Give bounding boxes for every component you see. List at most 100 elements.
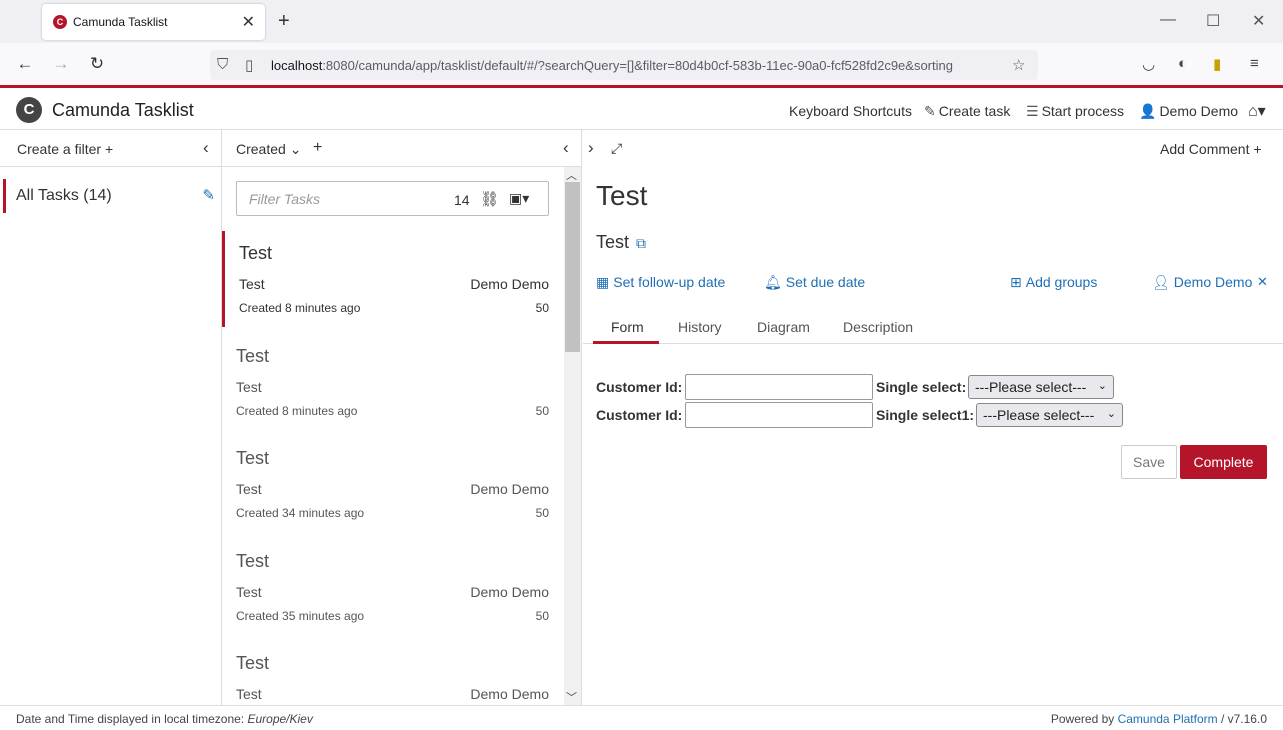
bookmark-star-icon[interactable]: ☆ bbox=[1012, 56, 1025, 74]
task-name: Test bbox=[236, 346, 270, 366]
camunda-platform-link[interactable]: Camunda Platform bbox=[1118, 712, 1218, 726]
link-icon[interactable]: ⛓ bbox=[480, 190, 499, 208]
create-task-link[interactable]: ✎ Create task bbox=[924, 103, 1010, 120]
pencil-icon[interactable]: ✎ bbox=[202, 186, 215, 204]
scroll-up-icon[interactable]: ︿ bbox=[566, 167, 577, 183]
chevron-down-icon: ⌄ bbox=[1097, 380, 1107, 392]
task-list-panel: Created ⌄ + ‹ Filter Tasks 14 ⛓ ▣▾ Test … bbox=[222, 130, 582, 705]
sort-dropdown[interactable]: Created ⌄ bbox=[236, 141, 301, 158]
task-name: Test bbox=[236, 653, 270, 673]
menu-icon[interactable]: ≡ bbox=[1250, 55, 1259, 72]
pocket-icon[interactable]: ◡ bbox=[1142, 55, 1155, 73]
reload-icon[interactable]: ↻ bbox=[87, 54, 107, 74]
assignee-link[interactable]: 👤︎ Demo Demo bbox=[1152, 274, 1252, 291]
tab-history[interactable]: History bbox=[678, 319, 722, 335]
filters-panel: Create a filter + ‹ All Tasks (14) ✎ bbox=[0, 130, 222, 705]
add-sort-icon[interactable]: + bbox=[313, 139, 322, 157]
expand-list-icon[interactable]: › bbox=[588, 138, 594, 158]
task-card[interactable]: Test Test Created 8 minutes ago 50 bbox=[225, 334, 564, 430]
search-placeholder: Filter Tasks bbox=[249, 191, 321, 207]
detail-header: › ⤢ Add Comment + bbox=[583, 130, 1283, 167]
url-text: localhost:8080/camunda/app/tasklist/defa… bbox=[271, 58, 953, 73]
bell-icon: 🔔︎ bbox=[764, 274, 782, 290]
keyboard-shortcuts-link[interactable]: Keyboard Shortcuts bbox=[789, 103, 912, 119]
customer-id-label: Customer Id: bbox=[596, 407, 683, 423]
plus-icon: + bbox=[1253, 141, 1262, 157]
browser-tab-title: Camunda Tasklist bbox=[73, 15, 168, 29]
task-assignee: Demo Demo bbox=[470, 686, 549, 702]
task-name: Test bbox=[239, 243, 273, 263]
app-title: Camunda Tasklist bbox=[52, 100, 194, 120]
process-link[interactable]: Test ⧉ bbox=[596, 232, 646, 253]
set-due-date-link[interactable]: 🔔︎ Set due date bbox=[764, 274, 865, 291]
add-comment-button[interactable]: Add Comment + bbox=[1160, 141, 1262, 157]
forward-icon[interactable]: → bbox=[51, 54, 71, 74]
filter-item-all-tasks[interactable]: All Tasks (14) ✎ bbox=[3, 179, 219, 213]
tab-description[interactable]: Description bbox=[843, 319, 913, 335]
single-select1-dropdown[interactable]: ---Please select--- ⌄ bbox=[976, 403, 1123, 427]
minimize-icon[interactable]: — bbox=[1160, 11, 1176, 29]
external-link-icon: ⧉ bbox=[636, 235, 647, 251]
task-card[interactable]: Test Test Demo Demo bbox=[225, 641, 564, 705]
browser-tab[interactable]: C Camunda Tasklist ✕ bbox=[42, 4, 265, 40]
back-icon[interactable]: ← bbox=[15, 54, 35, 74]
set-follow-up-date-link[interactable]: ▦ Set follow-up date bbox=[596, 274, 725, 291]
save-search-icon[interactable]: ▣▾ bbox=[509, 190, 529, 207]
task-card[interactable]: Test Test Demo Demo Created 35 minutes a… bbox=[225, 539, 564, 635]
extension-2-icon[interactable]: ▮ bbox=[1213, 55, 1221, 73]
add-groups-link[interactable]: ⊞ Add groups bbox=[1010, 274, 1097, 291]
tab-diagram[interactable]: Diagram bbox=[757, 319, 810, 335]
task-name: Test bbox=[236, 551, 270, 571]
task-process: Test bbox=[239, 276, 265, 292]
collapse-list-icon[interactable]: ‹ bbox=[563, 138, 569, 158]
new-tab-icon[interactable]: + bbox=[278, 10, 290, 33]
home-menu-icon[interactable]: ⌂▾ bbox=[1248, 101, 1266, 121]
task-card[interactable]: Test Test Demo Demo Created 34 minutes a… bbox=[225, 436, 564, 532]
shield-icon[interactable]: ⛉ bbox=[217, 56, 228, 73]
scroll-thumb[interactable] bbox=[565, 182, 580, 352]
calendar-icon: ▦ bbox=[596, 274, 610, 290]
task-created: Created 35 minutes ago bbox=[236, 609, 365, 623]
task-process: Test bbox=[236, 379, 262, 395]
chevron-down-icon: ⌄ bbox=[289, 141, 302, 157]
fullscreen-icon[interactable]: ⤢ bbox=[611, 140, 622, 157]
maximize-icon[interactable]: ☐ bbox=[1206, 11, 1220, 31]
task-detail-panel: › ⤢ Add Comment + Test Test ⧉ ▦ Set follo… bbox=[583, 130, 1283, 705]
task-priority: 50 bbox=[535, 301, 549, 315]
close-window-icon[interactable]: ✕ bbox=[1252, 11, 1265, 31]
app-header: C Camunda Tasklist Keyboard Shortcuts ✎ C… bbox=[0, 88, 1283, 130]
scroll-down-icon[interactable]: ﹀ bbox=[566, 689, 577, 705]
task-process: Test bbox=[236, 481, 262, 497]
start-process-link[interactable]: ☰ Start process bbox=[1026, 103, 1124, 120]
task-priority: 50 bbox=[535, 506, 549, 520]
task-card[interactable]: Test Test Demo Demo Created 8 minutes ag… bbox=[222, 231, 564, 327]
single-select-dropdown[interactable]: ---Please select--- ⌄ bbox=[968, 375, 1114, 399]
tab-form[interactable]: Form bbox=[611, 319, 644, 335]
create-filter-button[interactable]: Create a filter + bbox=[17, 141, 113, 157]
task-list-scrollbar[interactable]: ︿ ﹀ bbox=[564, 167, 581, 705]
task-created: Created 34 minutes ago bbox=[236, 506, 365, 520]
task-process: Test bbox=[236, 686, 262, 702]
extension-icon[interactable]: ◐ bbox=[1178, 55, 1187, 72]
footer: Date and Time displayed in local timezon… bbox=[0, 705, 1283, 730]
close-tab-icon[interactable]: ✕ bbox=[242, 12, 255, 32]
url-bar[interactable]: ⛉ ▯ localhost:8080/camunda/app/tasklist/… bbox=[210, 50, 1038, 80]
powered-by: Powered by Camunda Platform / v7.16.0 bbox=[1050, 712, 1267, 726]
list-icon: ☰ bbox=[1026, 103, 1039, 119]
chevron-down-icon: ⌄ bbox=[1106, 408, 1116, 420]
page-icon[interactable]: ▯ bbox=[245, 56, 253, 74]
paperclip-icon: ✎ bbox=[924, 103, 936, 119]
complete-button[interactable]: Complete bbox=[1180, 445, 1267, 479]
customer-id-input[interactable] bbox=[685, 374, 873, 400]
timezone-note: Date and Time displayed in local timezon… bbox=[16, 712, 313, 726]
remove-assignee-icon[interactable]: ✕ bbox=[1257, 274, 1268, 290]
save-button[interactable]: Save bbox=[1121, 445, 1177, 479]
filter-tasks-input[interactable]: Filter Tasks 14 ⛓ ▣▾ bbox=[236, 181, 549, 216]
filters-header: Create a filter + ‹ bbox=[0, 130, 221, 167]
user-menu[interactable]: 👤 Demo Demo bbox=[1139, 103, 1238, 120]
task-created: Created 8 minutes ago bbox=[239, 301, 361, 315]
collapse-filters-icon[interactable]: ‹ bbox=[203, 138, 209, 158]
customer-id-input-2[interactable] bbox=[685, 402, 873, 428]
task-list-header: Created ⌄ + ‹ bbox=[222, 130, 581, 167]
single-select-label: Single select: bbox=[876, 379, 967, 395]
